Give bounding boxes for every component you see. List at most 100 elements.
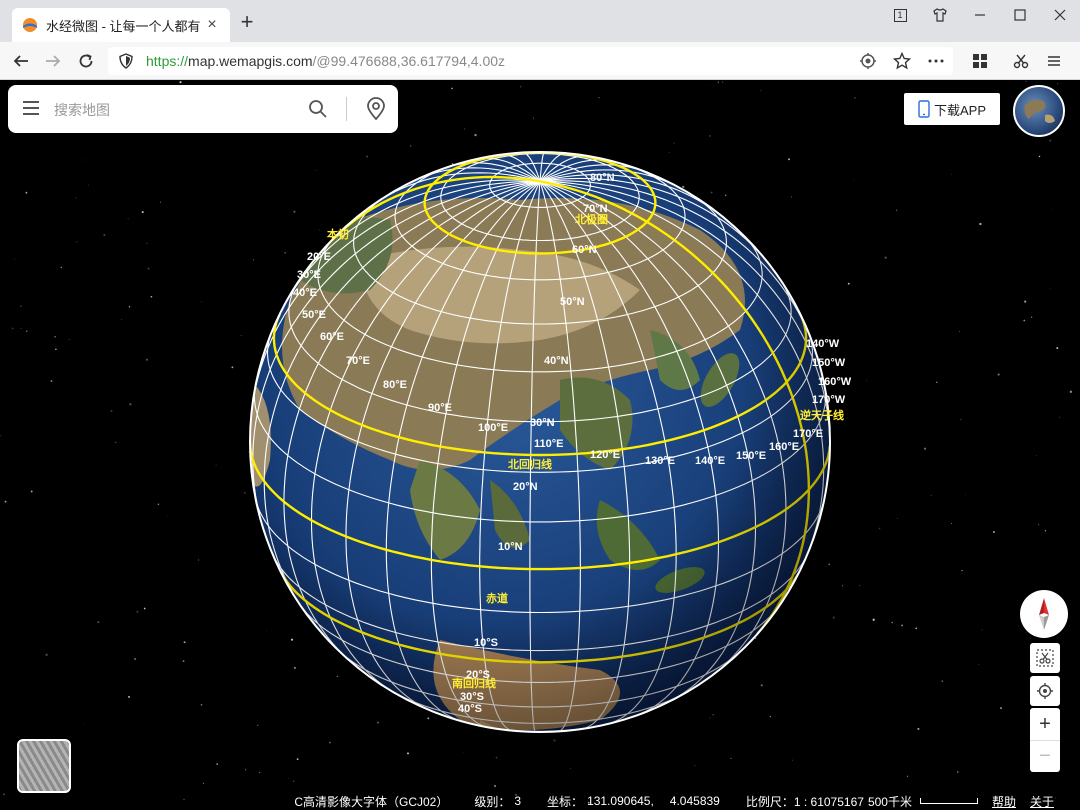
more-dots-icon[interactable] [927,52,945,70]
search-input[interactable]: 搜索地图 [54,100,110,120]
lat-label: 80°N [590,172,615,184]
url-protocol: https:// [146,53,189,69]
location-pin-icon[interactable] [366,97,386,121]
compass-button[interactable] [1020,590,1068,638]
lon-label: 40°E [293,287,317,299]
lat-label: 50°N [560,296,585,308]
search-icon[interactable] [308,99,328,119]
map-search-box: 搜索地图 [8,85,398,133]
tab-close-icon[interactable]: × [204,16,220,34]
shirt-icon [933,8,947,22]
help-link[interactable]: 帮助 [992,793,1016,810]
minimize-icon [975,14,985,16]
phone-icon [918,100,930,118]
skin-button[interactable] [920,0,960,30]
browser-menu-button[interactable] [1042,50,1066,72]
screenshot-button[interactable] [1009,50,1033,72]
shield-icon [119,53,133,69]
about-link[interactable]: 关于 [1030,793,1054,810]
search-divider [346,97,347,121]
zoom-out-button[interactable]: − [1030,740,1060,772]
tab-count-button[interactable]: 1 [880,0,920,30]
coordinate-y: 4.045839 [669,794,720,808]
level-value: 3 [514,794,522,808]
lat-label: 10°N [498,541,523,553]
forward-button[interactable] [42,50,64,72]
browser-tab[interactable]: 水经微图 - 让每一个人都有 × [12,8,230,42]
site-favicon-icon [23,18,37,32]
reload-icon [79,54,93,68]
map-status-bar: C高清影像大字体（GCJ02） 级别： 3 坐标： 131.090645, 4.… [0,792,1080,810]
browser-toolbar: https://map.wemapgis.com/@99.476688,36.6… [0,42,1080,80]
reload-button[interactable] [75,50,97,72]
lon-label: 160°W [818,376,852,388]
browser-titlebar: 水经微图 - 让每一个人都有 × + 1 [0,0,1080,42]
date-line-label: 逆天子线 [800,408,844,422]
compass-icon [1039,598,1049,630]
scissors-tool-icon [1036,649,1054,667]
close-icon [1054,9,1066,21]
scale-distance: 500千米 [867,794,912,809]
scale-label: 比例尺：1 : 61075167 [745,794,864,809]
url-path: /@99.476688,36.617794,4.00z [312,53,506,69]
lon-label: 150°W [812,357,846,369]
lon-label: 150°E [736,450,766,462]
window-controls: 1 [880,0,1080,30]
lon-label: 140°W [806,338,840,350]
lon-label: 130°E [645,455,675,467]
zoom-control: + − [1030,708,1060,772]
download-app-button[interactable]: 下载APP [904,93,1000,125]
lon-label: 90°E [428,402,452,414]
back-button[interactable] [10,50,32,72]
bookmark-star-icon[interactable] [893,52,911,70]
level-label: 级别： [474,794,511,809]
globe[interactable]: 80°N 70°N 60°N 50°N 40°N 30°N 20°N 10°N … [0,80,1080,810]
extensions-button[interactable] [968,50,992,72]
url-host: map.wemapgis.com [188,53,313,69]
forward-arrow-icon [46,55,61,67]
lon-label: 30°E [297,269,321,281]
earth-icon [1024,99,1055,123]
lat-label: 30°S [460,691,484,703]
lon-label: 160°E [769,441,799,453]
tropic-of-capricorn-label: 南回归线 [452,676,496,690]
measure-tool-button[interactable] [1030,643,1060,673]
prime-meridian-label: 本初 [327,227,349,241]
lon-label: 60°E [320,331,344,343]
scissors-icon [1013,54,1029,69]
lat-label: 30°N [530,417,555,429]
lon-label: 170°W [812,394,846,406]
zoom-in-button[interactable]: + [1030,708,1060,740]
target-icon[interactable] [859,52,877,70]
crosshair-icon [1037,683,1053,699]
minimize-button[interactable] [960,0,1000,30]
menu-icon[interactable] [22,100,40,116]
hamburger-icon [1048,56,1060,66]
lon-label: 120°E [590,449,620,461]
maximize-button[interactable] [1000,0,1040,30]
tab-count-badge: 1 [893,8,907,22]
locate-button[interactable] [1030,676,1060,706]
lat-label: 60°N [572,244,597,256]
basemap-layer-switcher[interactable] [17,739,71,793]
map-viewport[interactable]: 80°N 70°N 60°N 50°N 40°N 30°N 20°N 10°N … [0,80,1080,810]
lon-label: 80°E [383,379,407,391]
lat-label: 20°N [513,481,538,493]
lon-label: 170°E [793,428,823,440]
lon-label: 20°E [307,251,331,263]
scale-bar [919,798,978,804]
coordinate-x: 131.090645, [587,794,654,808]
lat-label: 40°S [458,703,482,715]
equator-label: 赤道 [486,591,508,605]
globe-view-toggle[interactable] [1013,85,1065,137]
close-window-button[interactable] [1040,0,1080,30]
address-bar[interactable]: https://map.wemapgis.com/@99.476688,36.6… [108,47,953,75]
lon-label: 140°E [695,455,725,467]
download-app-label: 下载APP [933,102,986,118]
lon-label: 70°E [346,355,370,367]
new-tab-button[interactable]: + [236,11,258,34]
maximize-icon [1014,9,1026,21]
layer-name: C高清影像大字体（GCJ02） [294,794,449,809]
coordinate-label: 坐标： [547,794,584,809]
tab-title: 水经微图 - 让每一个人都有 [46,18,201,34]
